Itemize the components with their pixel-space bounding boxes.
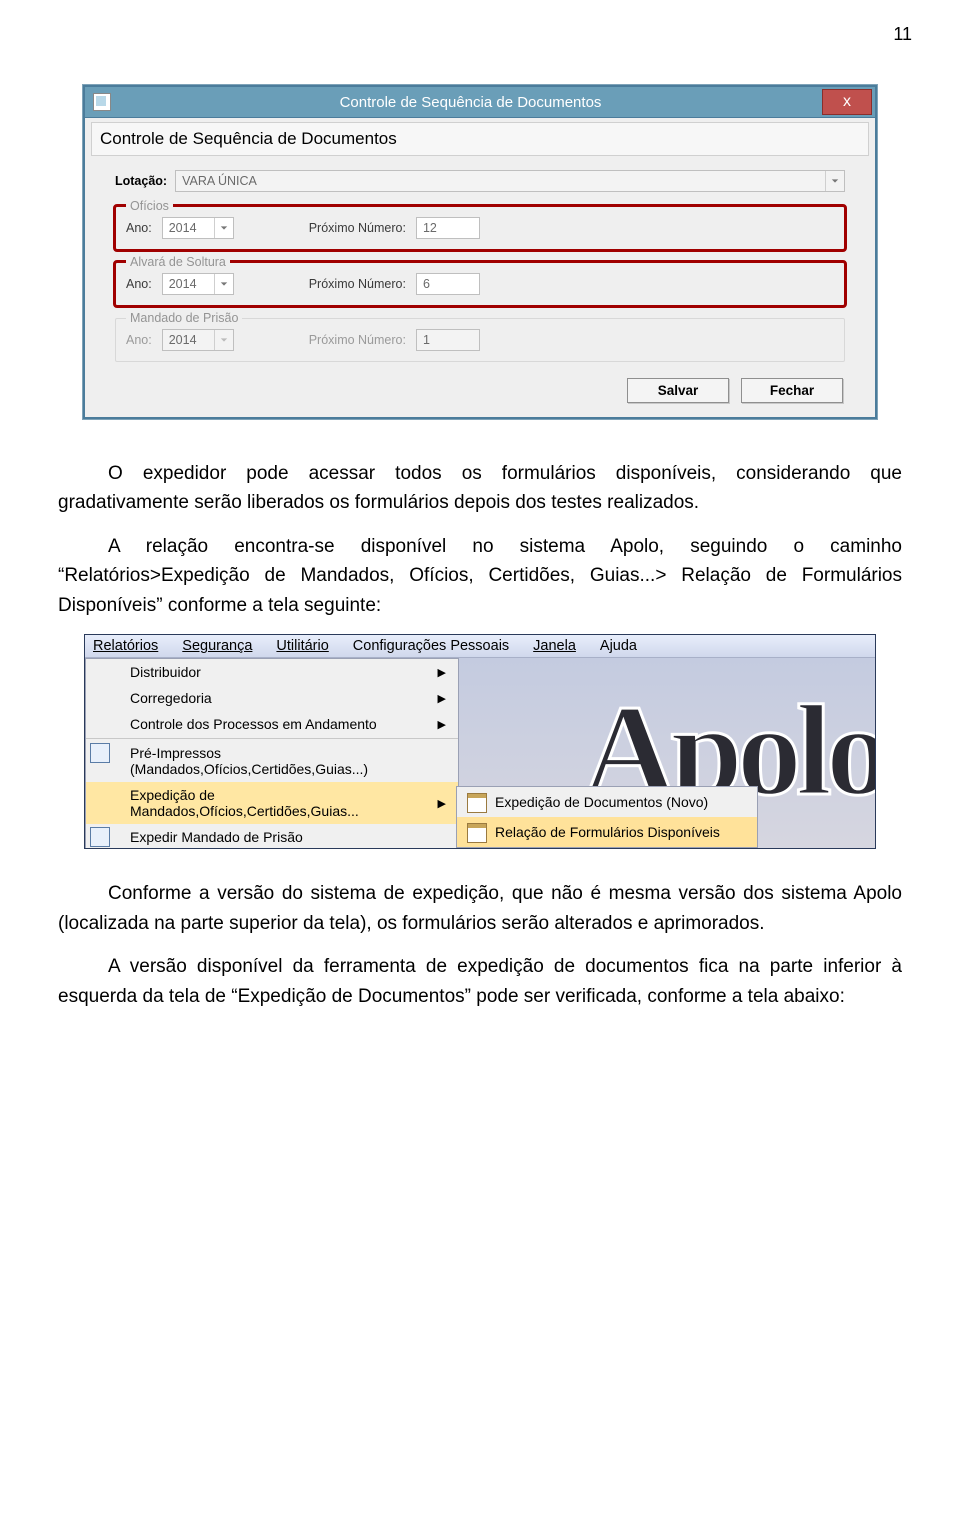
dd-label: Controle dos Processos em Andamento <box>130 716 377 732</box>
dd-label: Pré-Impressos (Mandados,Ofícios,Certidõe… <box>130 745 446 777</box>
section-header: Controle de Sequência de Documentos <box>91 122 869 156</box>
dd-label: Expedição de Mandados,Ofícios,Certidões,… <box>130 787 438 819</box>
window-title: Controle de Sequência de Documentos <box>119 94 822 111</box>
menu-config[interactable]: Configurações Pessoais <box>353 638 509 654</box>
sm-relacao-formularios[interactable]: Relação de Formulários Disponíveis <box>457 817 757 847</box>
mandado-ano-value: 2014 <box>169 333 197 347</box>
paragraph-2: A relação encontra-se disponível no sist… <box>58 532 902 620</box>
mandado-ano-label: Ano: <box>126 333 152 347</box>
oficios-proximo-input[interactable]: 12 <box>416 217 480 239</box>
dd-label: Expedir Mandado de Prisão <box>130 829 303 845</box>
dd-label: Corregedoria <box>130 690 212 706</box>
sm-expedicao-novo[interactable]: Expedição de Documentos (Novo) <box>457 787 757 817</box>
mandado-ano-select: 2014 <box>162 329 234 351</box>
group-alvara: Alvará de Soltura Ano: 2014 Próximo Núme… <box>115 262 845 306</box>
paragraph-4: A versão disponível da ferramenta de exp… <box>58 952 902 1011</box>
chevron-down-icon <box>825 171 844 191</box>
window-icon <box>93 93 111 111</box>
separator <box>86 738 458 739</box>
chevron-down-icon <box>214 330 233 350</box>
dd-label: Distribuidor <box>130 664 201 680</box>
row-lotacao: Lotação: VARA ÚNICA <box>115 170 845 192</box>
close-button[interactable]: Fechar <box>741 378 843 403</box>
menu-relatorios[interactable]: Relatórios <box>93 638 158 654</box>
page-number: 11 <box>48 24 912 45</box>
mandado-proximo-value: 1 <box>423 333 430 347</box>
arrow-right-icon: ▶ <box>438 666 446 679</box>
dd-expedicao[interactable]: Expedição de Mandados,Ofícios,Certidões,… <box>86 782 458 824</box>
save-button[interactable]: Salvar <box>627 378 729 403</box>
alvara-proximo-label: Próximo Número: <box>309 277 406 291</box>
chevron-down-icon <box>214 218 233 238</box>
menu-ajuda[interactable]: Ajuda <box>600 638 637 654</box>
alvara-ano-label: Ano: <box>126 277 152 291</box>
arrow-right-icon: ▶ <box>438 797 446 810</box>
titlebar: Controle de Sequência de Documentos x <box>85 87 875 118</box>
mandado-proximo-input: 1 <box>416 329 480 351</box>
group-alvara-legend: Alvará de Soltura <box>126 255 230 269</box>
arrow-right-icon: ▶ <box>438 692 446 705</box>
mandado-proximo-label: Próximo Número: <box>309 333 406 347</box>
group-oficios-legend: Ofícios <box>126 199 173 213</box>
arrow-right-icon: ▶ <box>438 718 446 731</box>
alvara-ano-select[interactable]: 2014 <box>162 273 234 295</box>
oficios-ano-select[interactable]: 2014 <box>162 217 234 239</box>
grid-icon <box>467 793 485 811</box>
close-icon[interactable]: x <box>822 89 872 115</box>
chevron-down-icon <box>214 274 233 294</box>
dd-distribuidor[interactable]: Distribuidor ▶ <box>86 659 458 685</box>
alvara-ano-value: 2014 <box>169 277 197 291</box>
submenu-expedicao: Expedição de Documentos (Novo) Relação d… <box>456 786 758 848</box>
button-bar: Salvar Fechar <box>115 374 845 403</box>
document-icon <box>90 743 110 763</box>
document-icon <box>90 827 110 847</box>
dd-controle[interactable]: Controle dos Processos em Andamento ▶ <box>86 711 458 737</box>
menu-seguranca[interactable]: Segurança <box>182 638 252 654</box>
group-oficios: Ofícios Ano: 2014 Próximo Número: 12 <box>115 206 845 250</box>
group-mandado: Mandado de Prisão Ano: 2014 Próximo Núme… <box>115 318 845 362</box>
oficios-proximo-value: 12 <box>423 221 437 235</box>
lotacao-value: VARA ÚNICA <box>182 174 257 188</box>
group-mandado-legend: Mandado de Prisão <box>126 311 242 325</box>
grid-icon <box>467 823 485 841</box>
dialog-controle-sequencia: Controle de Sequência de Documentos x Co… <box>83 85 877 419</box>
menu-utilitario[interactable]: Utilitário <box>276 638 328 654</box>
dd-expedir-mandado[interactable]: Expedir Mandado de Prisão <box>86 824 458 848</box>
window-body: Controle de Sequência de Documentos Lota… <box>85 118 875 417</box>
dropdown-relatorios: Distribuidor ▶ Corregedoria ▶ Controle d… <box>85 658 459 848</box>
oficios-proximo-label: Próximo Número: <box>309 221 406 235</box>
menu-janela[interactable]: Janela <box>533 638 576 654</box>
apolo-menu-screenshot: Relatórios Segurança Utilitário Configur… <box>84 634 876 849</box>
alvara-proximo-value: 6 <box>423 277 430 291</box>
dd-pre-impressos[interactable]: Pré-Impressos (Mandados,Ofícios,Certidõe… <box>86 740 458 782</box>
lotacao-select[interactable]: VARA ÚNICA <box>175 170 845 192</box>
oficios-ano-value: 2014 <box>169 221 197 235</box>
alvara-proximo-input[interactable]: 6 <box>416 273 480 295</box>
menubar: Relatórios Segurança Utilitário Configur… <box>85 635 875 658</box>
menu-body: Apolo Distribuidor ▶ Corregedoria ▶ Cont… <box>85 658 875 848</box>
lotacao-label: Lotação: <box>115 174 167 188</box>
paragraph-3: Conforme a versão do sistema de expediçã… <box>58 879 902 938</box>
paragraph-1: O expedidor pode acessar todos os formul… <box>58 459 902 518</box>
oficios-ano-label: Ano: <box>126 221 152 235</box>
sm-label: Expedição de Documentos (Novo) <box>495 794 708 810</box>
sm-label: Relação de Formulários Disponíveis <box>495 824 720 840</box>
dd-corregedoria[interactable]: Corregedoria ▶ <box>86 685 458 711</box>
form-area: Lotação: VARA ÚNICA Ofícios Ano: 2014 <box>91 156 869 407</box>
